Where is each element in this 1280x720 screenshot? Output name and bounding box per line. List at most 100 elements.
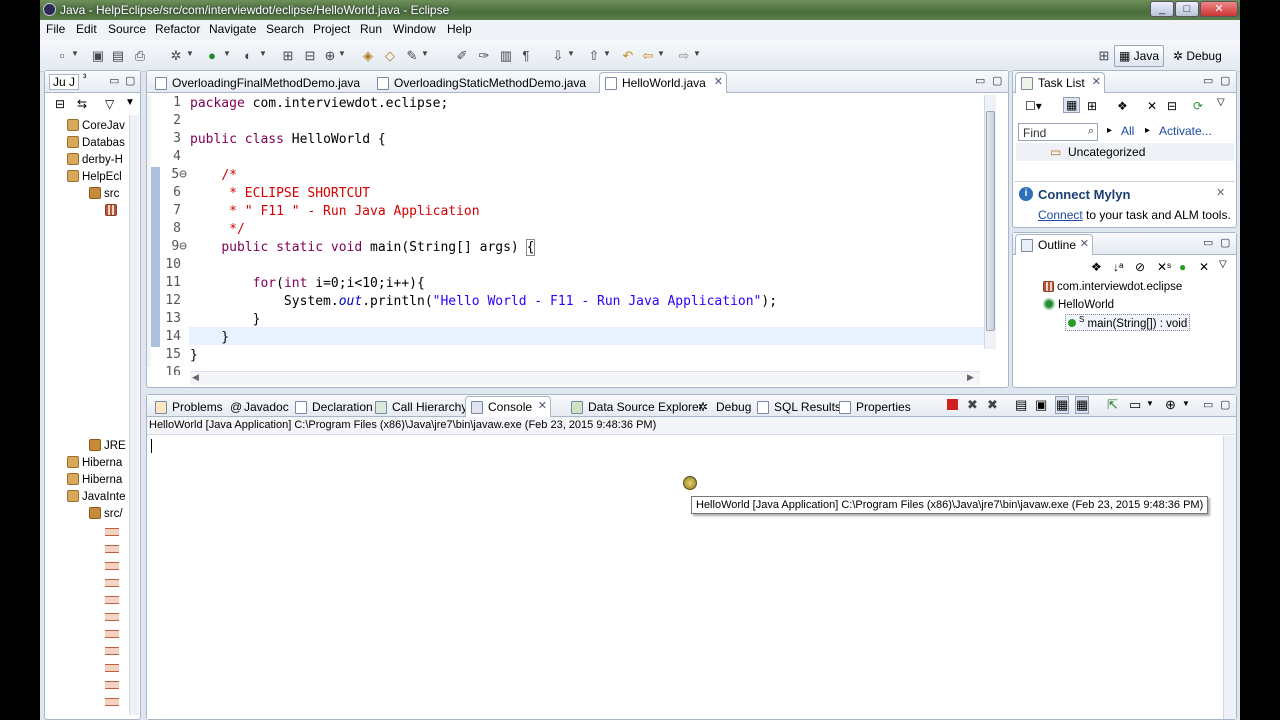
- tab-overloadingstaticmethoddemo[interactable]: OverloadingStaticMethodDemo.java: [371, 72, 597, 93]
- open-console-icon[interactable]: ⊕: [1165, 397, 1176, 413]
- close-window-button[interactable]: ✕: [1200, 1, 1238, 17]
- open-console-dropdown-icon[interactable]: ▼: [1182, 399, 1190, 408]
- menu-search[interactable]: Search: [262, 22, 308, 36]
- new-icon[interactable]: ▫: [54, 48, 70, 64]
- connect-link[interactable]: Connect: [1038, 208, 1083, 222]
- run-dropdown-icon[interactable]: ▼: [223, 49, 231, 58]
- remove-launch-icon[interactable]: ✖: [967, 397, 978, 413]
- sort-icon[interactable]: ↓ᵃ: [1113, 260, 1123, 274]
- menu-file[interactable]: File: [42, 22, 69, 36]
- view-menu-dropdown-icon[interactable]: ▼: [125, 97, 135, 108]
- minimize-view-icon[interactable]: ▭: [1203, 74, 1213, 87]
- filter-completed-icon[interactable]: ✕: [1147, 99, 1157, 113]
- tree-folder-src[interactable]: src: [89, 187, 119, 204]
- show-on-stderr-icon[interactable]: ▦: [1075, 396, 1090, 414]
- new-task-icon[interactable]: ☐▾: [1025, 99, 1042, 113]
- tree-project-database[interactable]: Databas: [67, 136, 125, 153]
- new-class-icon[interactable]: ⊕: [322, 48, 338, 64]
- minimize-button[interactable]: _: [1150, 1, 1174, 17]
- outline-method-main[interactable]: S main(String[]) : void: [1065, 314, 1191, 331]
- search-dropdown-icon[interactable]: ▼: [421, 49, 429, 58]
- print-icon[interactable]: ⎙: [132, 48, 148, 64]
- all-tasks-link[interactable]: All: [1121, 124, 1134, 138]
- view-menu-icon[interactable]: ▽: [1219, 259, 1227, 270]
- maximize-editor-icon[interactable]: ▢: [992, 74, 1002, 87]
- tree-project-hibernate-1[interactable]: Hiberna: [67, 456, 122, 473]
- terminate-icon[interactable]: [947, 399, 958, 410]
- outline-package-declaration[interactable]: com.interviewdot.eclipse: [1043, 281, 1182, 298]
- pin-console-icon[interactable]: ⇱: [1107, 397, 1118, 413]
- console-scrollbar[interactable]: [1223, 436, 1236, 719]
- menu-help[interactable]: Help: [443, 22, 476, 36]
- block-selection-icon[interactable]: ▥: [498, 48, 514, 64]
- back-dropdown-icon[interactable]: ▼: [657, 49, 665, 58]
- menu-window[interactable]: Window: [389, 22, 440, 36]
- external-tools-icon[interactable]: ◐: [240, 48, 256, 64]
- open-type-icon[interactable]: ◈: [360, 48, 376, 64]
- show-whitespace-icon[interactable]: ¶: [518, 48, 534, 64]
- tab-declaration[interactable]: Declaration: [289, 396, 373, 417]
- save-icon[interactable]: ▣: [90, 48, 106, 64]
- hide-static-icon[interactable]: ✕ˢ: [1157, 260, 1171, 274]
- maximize-view-icon[interactable]: ▢: [1220, 236, 1230, 249]
- new-package-icon[interactable]: ⊟: [302, 48, 318, 64]
- minimize-view-icon[interactable]: ▭: [1203, 398, 1213, 411]
- external-tools-dropdown-icon[interactable]: ▼: [259, 49, 267, 58]
- search-icon[interactable]: ✎: [404, 48, 420, 64]
- hide-fields-icon[interactable]: ⊘: [1135, 260, 1145, 274]
- scheduled-icon[interactable]: ⊞: [1087, 99, 1097, 113]
- close-tab-icon[interactable]: ✕: [1092, 75, 1101, 88]
- new-dropdown-icon[interactable]: ▼: [71, 49, 79, 58]
- next-annotation-dropdown-icon[interactable]: ▼: [567, 49, 575, 58]
- back-icon[interactable]: ⇦: [640, 48, 656, 64]
- tree-package[interactable]: [105, 204, 120, 221]
- remove-all-terminated-icon[interactable]: ✖: [987, 397, 998, 413]
- save-all-icon[interactable]: ▤: [110, 48, 126, 64]
- task-category-row[interactable]: ▭ Uncategorized: [1016, 143, 1234, 161]
- debug-dropdown-icon[interactable]: ▼: [186, 49, 194, 58]
- previous-annotation-icon[interactable]: ⇧: [586, 48, 602, 64]
- toggle-breadcrumb-icon[interactable]: ✐: [454, 48, 470, 64]
- tab-outline[interactable]: Outline ✕: [1015, 234, 1093, 255]
- code-area[interactable]: package com.interviewdot.eclipse; public…: [190, 95, 980, 365]
- tab-properties[interactable]: Properties: [833, 396, 911, 417]
- package-explorer-scrollbar[interactable]: [129, 115, 139, 715]
- next-annotation-icon[interactable]: ⇩: [550, 48, 566, 64]
- close-tab-icon[interactable]: ✕: [714, 75, 723, 88]
- focus-active-icon[interactable]: ❖: [1117, 99, 1128, 113]
- minimize-editor-icon[interactable]: ▭: [975, 74, 985, 87]
- view-menu-icon[interactable]: ▽: [1217, 97, 1225, 108]
- tree-project-helpeclipse[interactable]: HelpEcl: [67, 170, 122, 187]
- hide-local-types-icon[interactable]: ✕: [1199, 260, 1209, 274]
- activate-task-link[interactable]: Activate...: [1159, 124, 1212, 138]
- tree-jre-library[interactable]: JRE: [89, 439, 126, 456]
- previous-annotation-dropdown-icon[interactable]: ▼: [603, 49, 611, 58]
- minimize-view-icon[interactable]: ▭: [1203, 236, 1213, 249]
- menu-run[interactable]: Run: [356, 22, 386, 36]
- last-edit-location-icon[interactable]: ↶: [620, 48, 636, 64]
- view-menu-icon[interactable]: ▽: [105, 97, 114, 111]
- tree-folder-src-2[interactable]: src/: [89, 507, 123, 524]
- synchronize-icon[interactable]: ⟳: [1193, 99, 1203, 113]
- close-tab-icon[interactable]: ✕: [538, 399, 547, 412]
- display-console-dropdown-icon[interactable]: ▼: [1146, 399, 1154, 408]
- editor-scroll-thumb[interactable]: [986, 111, 995, 331]
- scroll-left-icon[interactable]: ◀: [192, 372, 199, 383]
- maximize-view-icon[interactable]: ▢: [1220, 398, 1230, 411]
- hide-non-public-icon[interactable]: ❖: [1091, 260, 1102, 274]
- run-icon[interactable]: ●: [204, 48, 220, 64]
- close-mylyn-icon[interactable]: ✕: [1216, 186, 1225, 199]
- categorized-icon[interactable]: ▦: [1063, 97, 1081, 113]
- maximize-view-icon[interactable]: ▢: [1220, 74, 1230, 87]
- collapse-all-icon[interactable]: ⊟: [55, 97, 65, 111]
- tree-project-corejava[interactable]: CoreJav: [67, 119, 125, 136]
- clear-console-icon[interactable]: ▤: [1015, 397, 1027, 413]
- menu-refactor[interactable]: Refactor: [151, 22, 204, 36]
- tab-package-explorer[interactable]: Ju J: [49, 74, 80, 90]
- forward-icon[interactable]: ⇨: [676, 48, 692, 64]
- tab-javadoc[interactable]: @ Javadoc: [225, 396, 289, 417]
- tree-project-hibernate-2[interactable]: Hiberna: [67, 473, 122, 490]
- package-list-icons[interactable]: [105, 524, 119, 714]
- close-tab-icon[interactable]: ✕: [1080, 237, 1089, 250]
- debug-icon[interactable]: ✲: [168, 48, 184, 64]
